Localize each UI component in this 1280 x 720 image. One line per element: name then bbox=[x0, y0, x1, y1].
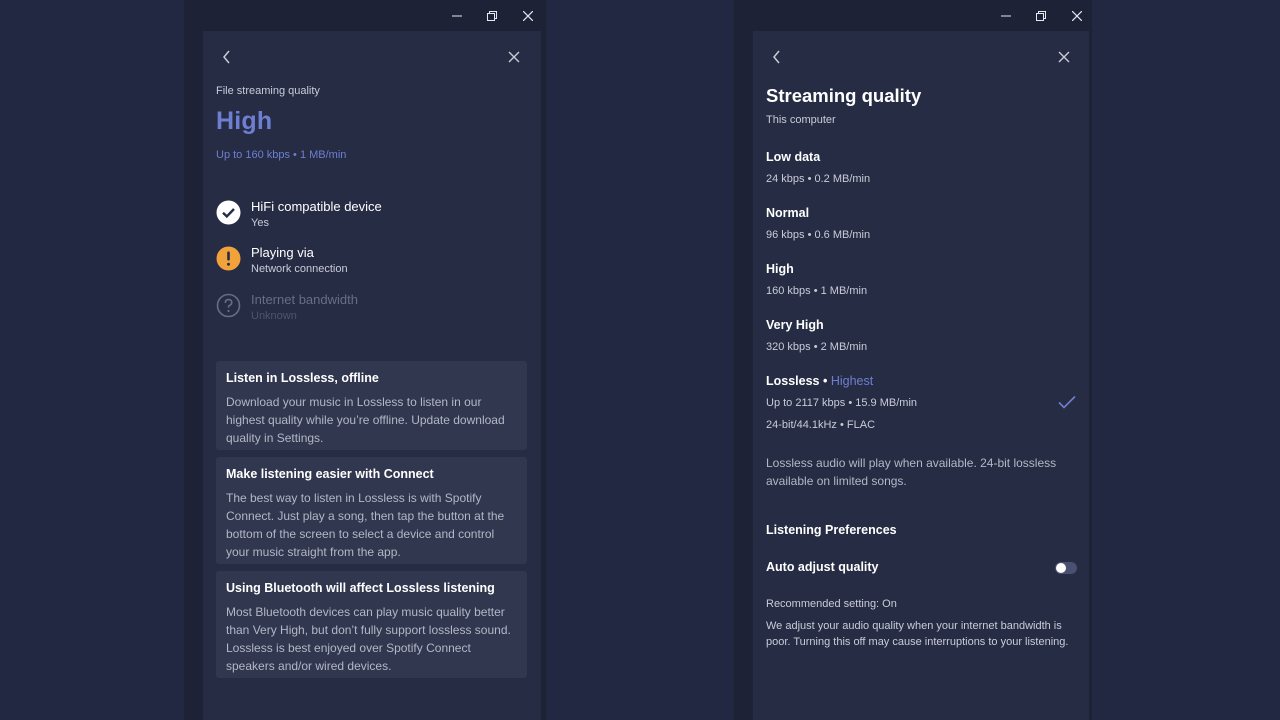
warning-icon bbox=[216, 246, 241, 271]
option-detail: Up to 2117 kbps • 15.9 MB/min bbox=[766, 397, 918, 409]
quality-option-low-data[interactable]: Low data 24 kbps • 0.2 MB/min bbox=[766, 149, 1076, 186]
quality-option-high[interactable]: High 160 kbps • 1 MB/min bbox=[766, 261, 1076, 298]
restore-button[interactable] bbox=[479, 5, 505, 27]
option-name: Normal bbox=[766, 206, 810, 220]
option-separator: • bbox=[819, 374, 831, 388]
title-bar bbox=[734, 0, 1092, 31]
close-window-button[interactable] bbox=[1064, 5, 1090, 27]
status-title: HiFi compatible device bbox=[251, 199, 382, 214]
close-icon bbox=[508, 51, 520, 63]
selected-check-icon bbox=[1058, 395, 1076, 409]
minimize-button[interactable] bbox=[993, 5, 1019, 27]
file-quality-label: File streaming quality bbox=[216, 85, 320, 97]
card-body: Download your music in Lossless to liste… bbox=[226, 395, 505, 445]
auto-adjust-toggle[interactable] bbox=[1055, 562, 1077, 574]
info-card-connect: Make listening easier with Connect The b… bbox=[216, 457, 527, 564]
recommended-setting: Recommended setting: On bbox=[766, 598, 897, 610]
status-value: Network connection bbox=[251, 263, 348, 275]
status-value: Unknown bbox=[251, 310, 297, 322]
option-name: Lossless bbox=[766, 374, 820, 388]
lossless-note: Lossless audio will play when available.… bbox=[766, 456, 1057, 488]
card-title: Using Bluetooth will affect Lossless lis… bbox=[226, 581, 495, 595]
back-button[interactable] bbox=[215, 47, 239, 67]
close-panel-button[interactable] bbox=[1052, 47, 1076, 67]
option-detail: 24 kbps • 0.2 MB/min bbox=[766, 173, 871, 185]
info-card-offline: Listen in Lossless, offline Download you… bbox=[216, 361, 527, 450]
option-name: Low data bbox=[766, 150, 821, 164]
restore-icon bbox=[1036, 11, 1046, 21]
restore-icon bbox=[487, 11, 497, 21]
minimize-icon bbox=[1001, 15, 1011, 17]
close-icon bbox=[1072, 11, 1082, 21]
section-heading: Listening Preferences bbox=[766, 523, 897, 537]
card-title: Listen in Lossless, offline bbox=[226, 371, 379, 385]
option-name: High bbox=[766, 262, 794, 276]
close-window-button[interactable] bbox=[515, 5, 541, 27]
quality-option-normal[interactable]: Normal 96 kbps • 0.6 MB/min bbox=[766, 205, 1076, 242]
minimize-button[interactable] bbox=[444, 5, 470, 27]
file-quality-panel: File streaming quality High Up to 160 kb… bbox=[203, 31, 541, 720]
status-playing-via: Playing via Network connection bbox=[216, 245, 348, 277]
quality-option-very-high[interactable]: Very High 320 kbps • 2 MB/min bbox=[766, 317, 1076, 354]
back-button[interactable] bbox=[765, 47, 789, 67]
auto-adjust-description: We adjust your audio quality when your i… bbox=[766, 620, 1069, 648]
check-circle-icon bbox=[216, 200, 241, 225]
info-card-bluetooth: Using Bluetooth will affect Lossless lis… bbox=[216, 571, 527, 678]
minimize-icon bbox=[452, 15, 462, 17]
option-detail: 96 kbps • 0.6 MB/min bbox=[766, 229, 871, 241]
title-bar bbox=[184, 0, 546, 31]
left-window: File streaming quality High Up to 160 kb… bbox=[184, 0, 546, 720]
close-panel-button[interactable] bbox=[502, 47, 526, 67]
restore-button[interactable] bbox=[1028, 5, 1054, 27]
close-icon bbox=[1058, 51, 1070, 63]
page-title: Streaming quality bbox=[766, 85, 922, 106]
chevron-left-icon bbox=[773, 50, 780, 64]
file-quality-detail: Up to 160 kbps • 1 MB/min bbox=[216, 149, 347, 161]
highest-tag: Highest bbox=[830, 374, 874, 388]
close-icon bbox=[523, 11, 533, 21]
card-body: The best way to listen in Lossless is wi… bbox=[226, 491, 505, 559]
chevron-left-icon bbox=[223, 50, 230, 64]
right-window: Streaming quality This computer Low data… bbox=[734, 0, 1092, 720]
file-quality-value: High bbox=[216, 107, 273, 135]
status-bandwidth: Internet bandwidth Unknown bbox=[216, 292, 358, 324]
quality-option-lossless[interactable]: Lossless • Highest Up to 2117 kbps • 15.… bbox=[766, 373, 1076, 435]
option-name: Very High bbox=[766, 318, 824, 332]
option-detail: 160 kbps • 1 MB/min bbox=[766, 285, 868, 297]
option-detail: 320 kbps • 2 MB/min bbox=[766, 341, 868, 353]
auto-adjust-label: Auto adjust quality bbox=[766, 560, 879, 574]
status-title: Playing via bbox=[251, 245, 314, 260]
toggle-knob bbox=[1056, 563, 1066, 573]
option-format: 24-bit/44.1kHz • FLAC bbox=[766, 419, 876, 431]
card-body: Most Bluetooth devices can play music qu… bbox=[226, 605, 511, 673]
status-title: Internet bandwidth bbox=[251, 292, 358, 307]
status-hifi-device: HiFi compatible device Yes bbox=[216, 199, 382, 231]
streaming-quality-panel: Streaming quality This computer Low data… bbox=[753, 31, 1089, 720]
status-value: Yes bbox=[251, 217, 269, 229]
page-subtitle: This computer bbox=[766, 114, 836, 126]
card-title: Make listening easier with Connect bbox=[226, 467, 434, 481]
auto-adjust-row: Auto adjust quality bbox=[766, 560, 1077, 576]
question-icon bbox=[216, 293, 241, 318]
